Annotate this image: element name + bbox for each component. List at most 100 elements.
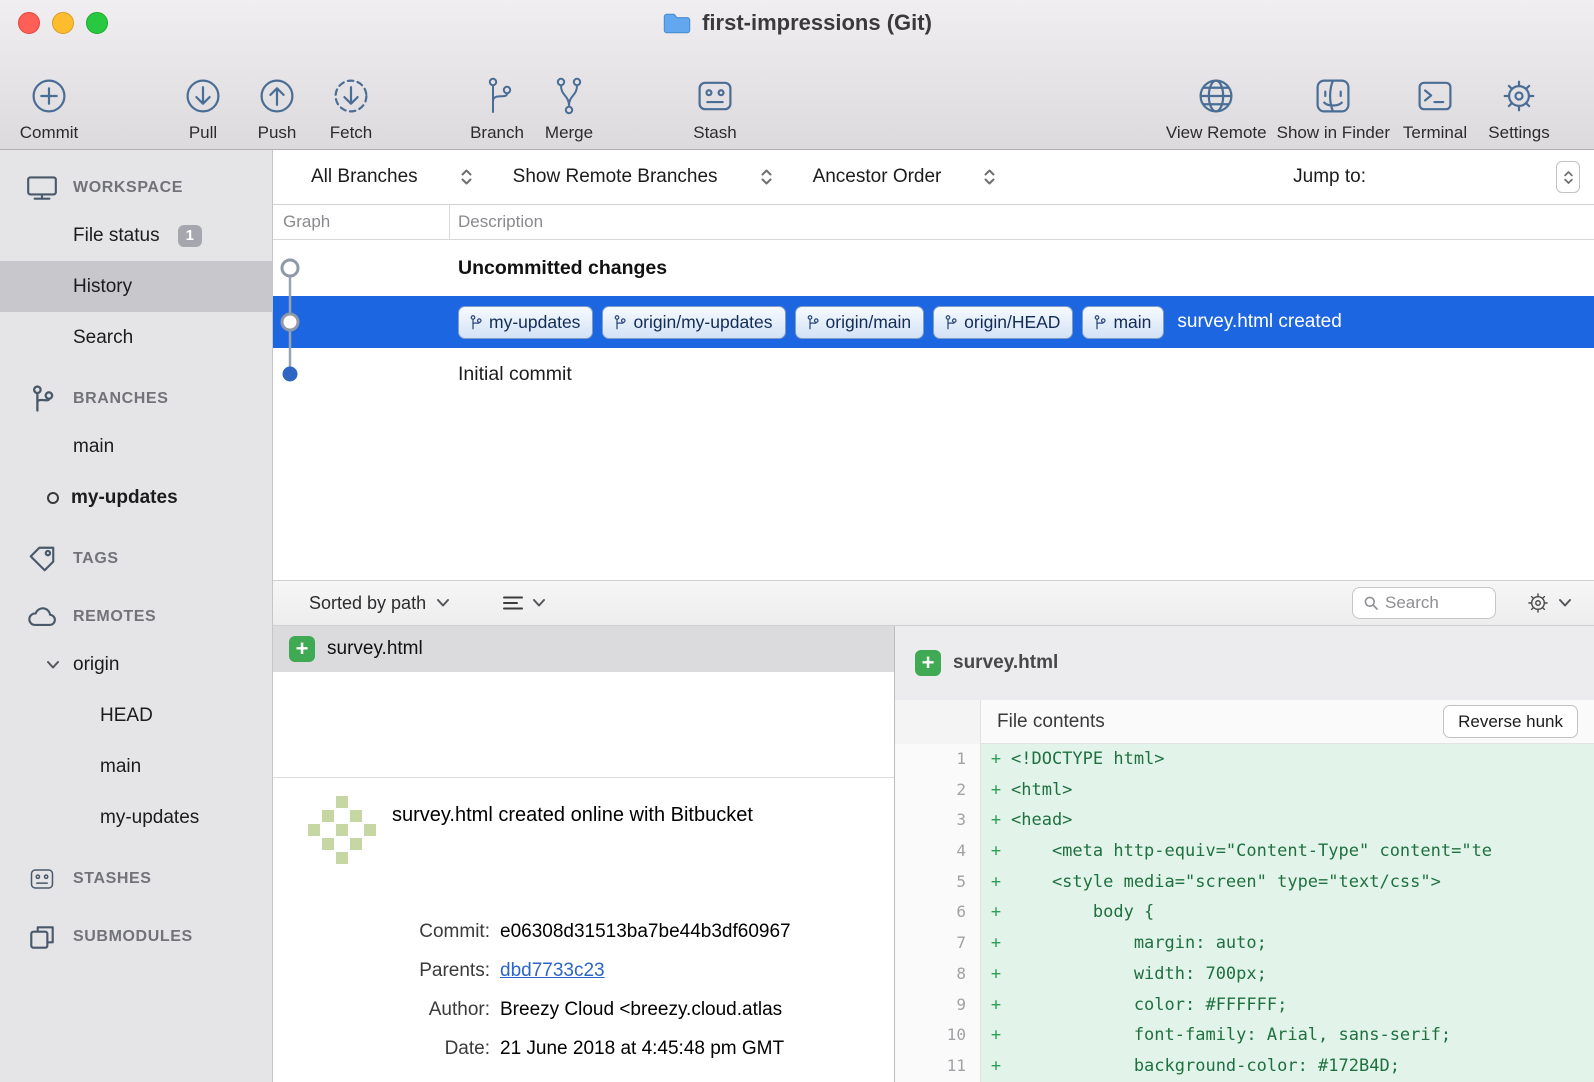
diff-line[interactable]: 7 + margin: auto; xyxy=(895,928,1594,959)
author-label: Author: xyxy=(273,990,490,1029)
minimize-window-button[interactable] xyxy=(52,12,74,34)
diff-line[interactable]: 9 + color: #FFFFFF; xyxy=(895,990,1594,1021)
diff-line[interactable]: 10 + font-family: Arial, sans-serif; xyxy=(895,1020,1594,1051)
line-number: 9 xyxy=(895,990,981,1021)
branch-filter-dropdown[interactable]: All Branches xyxy=(311,166,473,188)
window-chrome: first-impressions (Git) Commit Pull Push… xyxy=(0,0,1594,150)
jump-to-label: Jump to: xyxy=(1293,166,1366,188)
diff-panel: + survey.html File contents Reverse hunk… xyxy=(895,626,1594,1082)
diff-file-header: + survey.html xyxy=(895,626,1594,700)
line-number: 8 xyxy=(895,959,981,990)
toolbar-label: Terminal xyxy=(1403,123,1467,143)
file-name: survey.html xyxy=(327,638,423,660)
toolbar-label: Pull xyxy=(189,123,217,143)
hunk-gutter xyxy=(895,700,981,744)
sort-order-dropdown[interactable]: Ancestor Order xyxy=(813,166,997,188)
sidebar-item-label: HEAD xyxy=(100,705,153,727)
diff-line[interactable]: 5 + <style media="screen" type="text/css… xyxy=(895,867,1594,898)
history-row-selected[interactable]: my-updates origin/my-updates origin/main… xyxy=(273,296,1594,348)
committer-avatar xyxy=(300,788,384,872)
stash-button[interactable]: Stash xyxy=(680,74,750,143)
settings-button[interactable]: Settings xyxy=(1484,74,1554,143)
branch-badge[interactable]: main xyxy=(1082,306,1164,339)
sidebar-remote-head[interactable]: HEAD xyxy=(0,690,272,741)
commit-message: survey.html created xyxy=(1177,311,1341,333)
diff-options-dropdown[interactable] xyxy=(1524,589,1572,617)
diff-line[interactable]: 2 +<html> xyxy=(895,775,1594,806)
sidebar-item-history[interactable]: History xyxy=(0,261,272,312)
reverse-hunk-button[interactable]: Reverse hunk xyxy=(1443,705,1578,738)
file-row-survey-html[interactable]: + survey.html xyxy=(273,626,894,672)
branch-badge[interactable]: origin/main xyxy=(795,306,925,339)
commit-button[interactable]: Commit xyxy=(14,74,84,143)
cloud-icon xyxy=(25,602,59,632)
chevron-down-icon xyxy=(436,598,450,608)
added-marker: + xyxy=(981,867,1011,898)
diff-line[interactable]: 11 + background-color: #172B4D; xyxy=(895,1051,1594,1082)
sidebar-item-label: origin xyxy=(73,654,119,676)
sidebar-section-workspace: WORKSPACE xyxy=(0,166,272,210)
sidebar-branch-my-updates[interactable]: my-updates xyxy=(0,472,272,523)
stash-icon xyxy=(25,864,59,894)
hunk-header-bar: File contents Reverse hunk xyxy=(895,700,1594,744)
diff-line[interactable]: 8 + width: 700px; xyxy=(895,959,1594,990)
sidebar-branch-main[interactable]: main xyxy=(0,421,272,472)
line-number: 5 xyxy=(895,867,981,898)
section-label: WORKSPACE xyxy=(73,179,183,197)
code-text: body { xyxy=(1011,897,1154,928)
branch-button[interactable]: Branch xyxy=(462,74,532,143)
branch-badge[interactable]: my-updates xyxy=(458,306,593,339)
close-window-button[interactable] xyxy=(18,12,40,34)
code-text: <html> xyxy=(1011,775,1072,806)
search-input[interactable] xyxy=(1385,593,1485,613)
branch-badge[interactable]: origin/HEAD xyxy=(933,306,1073,339)
history-rows: Uncommitted changes my-updates origin/my… xyxy=(273,240,1594,400)
line-number: 7 xyxy=(895,928,981,959)
branch-badge-label: origin/my-updates xyxy=(633,312,772,333)
zoom-window-button[interactable] xyxy=(86,12,108,34)
column-header-graph[interactable]: Graph xyxy=(273,205,450,239)
sidebar-item-label: main xyxy=(100,756,141,778)
code-text: <style media="screen" type="text/css"> xyxy=(1011,867,1441,898)
diff-line[interactable]: 6 + body { xyxy=(895,897,1594,928)
jump-to-control[interactable]: Jump to: xyxy=(1293,161,1580,193)
push-button[interactable]: Push xyxy=(242,74,312,143)
sidebar-remote-my-updates[interactable]: my-updates xyxy=(0,792,272,843)
diff-line[interactable]: 4 + <meta http-equiv="Content-Type" cont… xyxy=(895,836,1594,867)
jump-to-stepper[interactable] xyxy=(1556,161,1580,193)
history-row-uncommitted[interactable]: Uncommitted changes xyxy=(273,240,1594,296)
toolbar-label: Show in Finder xyxy=(1277,123,1390,143)
toolbar-label: View Remote xyxy=(1166,123,1267,143)
merge-button[interactable]: Merge xyxy=(534,74,604,143)
show-in-finder-button[interactable]: Show in Finder xyxy=(1277,74,1390,143)
parents-label: Parents: xyxy=(273,951,490,990)
added-marker: + xyxy=(981,1051,1011,1082)
sidebar-item-search[interactable]: Search xyxy=(0,312,272,363)
sort-by-dropdown[interactable]: Sorted by path xyxy=(309,593,450,614)
pull-button[interactable]: Pull xyxy=(168,74,238,143)
fetch-button[interactable]: Fetch xyxy=(316,74,386,143)
sidebar-item-label: main xyxy=(73,436,114,458)
column-header-description[interactable]: Description xyxy=(450,212,543,232)
chevron-updown-icon xyxy=(460,166,473,188)
file-search-field[interactable] xyxy=(1352,587,1496,619)
diff-line[interactable]: 1 +<!DOCTYPE html> xyxy=(895,744,1594,775)
dropdown-value: Show Remote Branches xyxy=(513,166,718,188)
parent-commit-link[interactable]: dbd7733c23 xyxy=(500,960,605,981)
code-text: <!DOCTYPE html> xyxy=(1011,744,1165,775)
sidebar-item-file-status[interactable]: File status 1 xyxy=(0,210,272,261)
history-row-initial-commit[interactable]: Initial commit xyxy=(273,348,1594,400)
titlebar: first-impressions (Git) xyxy=(0,0,1594,46)
sidebar-remote-origin[interactable]: origin xyxy=(0,639,272,690)
terminal-button[interactable]: Terminal xyxy=(1400,74,1470,143)
view-options-dropdown[interactable] xyxy=(502,594,546,612)
sidebar-remote-main[interactable]: main xyxy=(0,741,272,792)
view-remote-button[interactable]: View Remote xyxy=(1166,74,1267,143)
diff-line[interactable]: 3 +<head> xyxy=(895,805,1594,836)
branch-badge[interactable]: origin/my-updates xyxy=(602,306,785,339)
date-value: 21 June 2018 at 4:45:48 pm GMT xyxy=(500,1029,894,1068)
line-number: 10 xyxy=(895,1020,981,1051)
section-label: REMOTES xyxy=(73,608,156,626)
globe-icon xyxy=(1194,74,1238,118)
remote-branches-dropdown[interactable]: Show Remote Branches xyxy=(513,166,773,188)
